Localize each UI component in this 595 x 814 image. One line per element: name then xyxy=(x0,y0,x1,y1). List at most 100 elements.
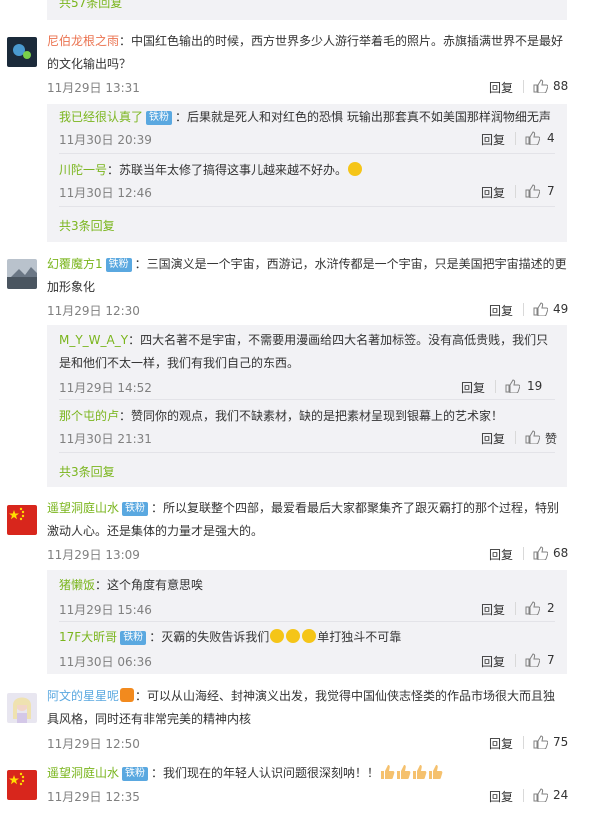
reply-button[interactable]: 回复 xyxy=(481,653,505,670)
reply-text: 17F大昕哥 铁粉 ：灭霸的失败告诉我们 单打独斗不可靠 xyxy=(59,629,402,645)
like-icon[interactable] xyxy=(533,788,548,802)
reply-text: 川陀一号：苏联当年太修了搞得这事儿越来越不好办。 xyxy=(59,159,557,182)
fan-badge: 铁粉 xyxy=(120,631,147,645)
comment-item: 遥望洞庭山水 铁粉 ：我们现在的年轻人认识问题很深刻呐！！ 11月29日 12:35… xyxy=(0,762,595,814)
like-icon[interactable] xyxy=(525,131,540,145)
like-icon[interactable] xyxy=(533,735,548,749)
like-count: 7 xyxy=(547,653,555,667)
reply-button[interactable]: 回复 xyxy=(489,546,513,563)
timestamp: 11月29日 14:52 xyxy=(59,381,152,395)
dog-face-emoji-icon xyxy=(302,629,317,643)
reply-meta: 11月30日 21:31 回复 赞 xyxy=(59,430,557,448)
comment-meta: 11月29日 12:30 回复 49 xyxy=(47,302,569,320)
divider xyxy=(515,185,516,198)
reply-button[interactable]: 回复 xyxy=(489,788,513,805)
like-count: 68 xyxy=(553,546,569,560)
reply-text: 猪懒饭：这个角度有意思唉 xyxy=(59,578,204,592)
like-count: 4 xyxy=(547,131,555,145)
reply-text: 那个屯的卢：赞同你的观点，我们不缺素材，缺的是把素材呈现到银幕上的艺术家！ xyxy=(59,409,504,423)
divider xyxy=(59,399,555,400)
vip-crown-icon xyxy=(120,688,135,702)
timestamp: 11月29日 13:31 xyxy=(47,81,140,95)
username[interactable]: 遥望洞庭山水 xyxy=(47,766,119,780)
divider xyxy=(523,789,524,802)
avatar[interactable] xyxy=(7,259,37,289)
like-count: 19 xyxy=(527,379,543,393)
username[interactable]: 幻覆魔方1 xyxy=(47,257,103,271)
like-icon[interactable] xyxy=(525,601,540,615)
like-icon[interactable] xyxy=(533,79,548,93)
timestamp: 11月29日 15:46 xyxy=(59,603,152,617)
reply-button[interactable]: 回复 xyxy=(481,601,505,618)
username[interactable]: 那个屯的卢 xyxy=(59,409,119,423)
avatar[interactable] xyxy=(7,505,37,535)
thumbs-up-emoji-icon xyxy=(429,765,443,779)
reply-meta: 11月29日 15:46 回复 2 xyxy=(59,601,557,619)
comment-text: 尼伯龙根之雨：中国红色输出的时候，西方世界多少人游行举着毛的照片。赤旗插满世界不… xyxy=(47,34,564,71)
reply-text: M_Y_W_A_Y：四大名著不是宇宙，不需要用漫画给四大名著加标签。没有高低贵贱… xyxy=(59,333,549,370)
reply-meta: 11月30日 20:39 回复 4 xyxy=(59,131,557,149)
avatar[interactable] xyxy=(7,770,37,800)
reply-button[interactable]: 回复 xyxy=(481,131,505,148)
thumbs-up-emoji-icon xyxy=(397,765,411,779)
username[interactable]: 我已经很认真了 xyxy=(59,110,143,124)
timestamp: 11月29日 12:35 xyxy=(47,790,140,804)
divider xyxy=(523,736,524,749)
reply-meta: 11月29日 14:52 回复 19 xyxy=(59,379,557,397)
comment-text: 幻覆魔方1 铁粉 ：三国演义是一个宇宙，西游记，水浒传都是一个宇宙，只是美国把宇宙描… xyxy=(47,257,567,294)
reply-button[interactable]: 回复 xyxy=(481,430,505,447)
more-replies-link[interactable]: 共3条回复 xyxy=(59,217,115,234)
dog-face-emoji-icon xyxy=(270,629,285,643)
sweat-smile-emoji-icon xyxy=(348,162,363,176)
like-icon[interactable] xyxy=(533,546,548,560)
timestamp: 11月29日 12:30 xyxy=(47,304,140,318)
reply-meta: 11月30日 12:46 回复 7 xyxy=(59,184,557,202)
username[interactable]: M_Y_W_A_Y xyxy=(59,333,128,347)
reply-box: 猪懒饭：这个角度有意思唉 11月29日 15:46 回复 2 17F大昕哥 铁粉：… xyxy=(47,570,567,674)
timestamp: 11月30日 21:31 xyxy=(59,432,152,446)
divider xyxy=(59,206,555,207)
thumbs-up-emoji-icon xyxy=(413,765,427,779)
comment-text: 遥望洞庭山水 铁粉 ：所以复联整个四部，最爱看最后大家都聚集齐了跟灭霸打的那个过程，… xyxy=(47,501,560,538)
comment-item: 幻覆魔方1 铁粉 ：三国演义是一个宇宙，西游记，水浒传都是一个宇宙，只是美国把宇宙描… xyxy=(0,253,595,493)
username[interactable]: 阿文的星星呢 xyxy=(47,689,119,703)
like-icon[interactable] xyxy=(505,379,520,393)
like-icon[interactable] xyxy=(525,184,540,198)
more-replies-link[interactable]: 共57条回复 xyxy=(59,0,122,11)
reply-button[interactable]: 回复 xyxy=(481,184,505,201)
username[interactable]: 遥望洞庭山水 xyxy=(47,501,119,515)
comment-meta: 11月29日 13:09 回复 68 xyxy=(47,546,569,564)
comment-item: 尼伯龙根之雨：中国红色输出的时候，西方世界多少人游行举着毛的照片。赤旗插满世界不… xyxy=(0,30,595,250)
avatar[interactable] xyxy=(7,693,37,723)
avatar[interactable] xyxy=(7,37,37,67)
divider xyxy=(515,654,516,667)
timestamp: 11月30日 20:39 xyxy=(59,133,152,147)
comment-text: 遥望洞庭山水 铁粉 ：我们现在的年轻人认识问题很深刻呐！！ xyxy=(47,762,572,785)
username[interactable]: 川陀一号 xyxy=(59,163,107,177)
divider xyxy=(515,602,516,615)
more-replies-link[interactable]: 共3条回复 xyxy=(59,463,115,480)
reply-button[interactable]: 回复 xyxy=(461,379,485,396)
username[interactable]: 17F大昕哥 xyxy=(59,630,117,644)
timestamp: 11月29日 13:09 xyxy=(47,548,140,562)
like-count: 49 xyxy=(553,302,569,316)
divider xyxy=(495,380,496,393)
comment-meta: 11月29日 12:50 回复 75 xyxy=(47,735,568,753)
like-icon[interactable] xyxy=(525,653,540,667)
reply-box: 我已经很认真了 铁粉 ：后果就是死人和对红色的恐惧 玩输出那套真不如美国那样润物细无… xyxy=(47,104,567,242)
comment-item: 阿文的星星呢 ：可以从山海经、封神演义出发，我觉得中国仙侠志怪类的作品市场很大而且… xyxy=(0,685,595,755)
reply-button[interactable]: 回复 xyxy=(489,302,513,319)
username[interactable]: 尼伯龙根之雨 xyxy=(47,34,119,48)
divider xyxy=(59,153,555,154)
like-icon[interactable] xyxy=(525,430,540,444)
divider xyxy=(523,547,524,560)
like-icon[interactable] xyxy=(533,302,548,316)
timestamp: 11月30日 12:46 xyxy=(59,186,152,200)
username[interactable]: 猪懒饭 xyxy=(59,578,95,592)
reply-button[interactable]: 回复 xyxy=(489,79,513,96)
thumbs-up-emoji-icon xyxy=(381,765,395,779)
like-count: 24 xyxy=(553,788,569,802)
divider xyxy=(523,303,524,316)
reply-button[interactable]: 回复 xyxy=(489,735,513,752)
like-count: 88 xyxy=(553,79,569,93)
